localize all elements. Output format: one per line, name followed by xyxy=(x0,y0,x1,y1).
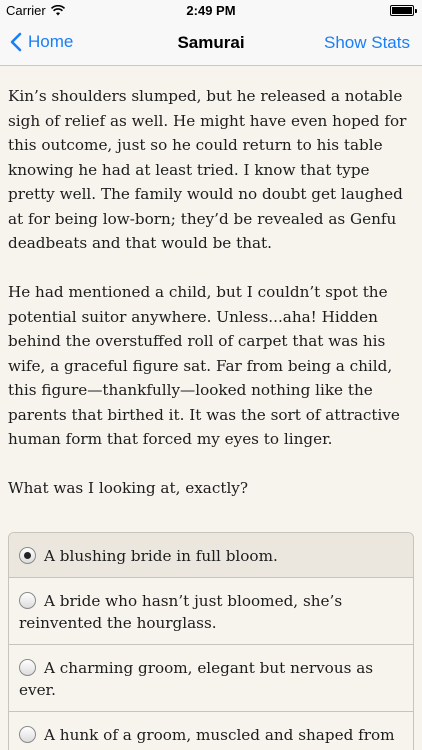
choice-option[interactable]: A charming groom, elegant but nervous as… xyxy=(9,644,413,711)
story-text: Kin’s shoulders slumped, but he released… xyxy=(8,84,414,525)
navigation-bar: Home Samurai Show Stats xyxy=(0,22,422,66)
choice-label: A bride who hasn’t just bloomed, she’s r… xyxy=(19,592,343,632)
choice-option[interactable]: A hunk of a groom, muscled and shaped fr… xyxy=(9,711,413,750)
story-question: What was I looking at, exactly? xyxy=(8,479,249,497)
battery-icon xyxy=(390,5,417,16)
choice-option[interactable]: A bride who hasn’t just bloomed, she’s r… xyxy=(9,577,413,644)
radio-icon[interactable] xyxy=(19,659,36,676)
back-label: Home xyxy=(28,32,74,51)
home-back-button[interactable]: Home xyxy=(10,32,73,52)
story-paragraph: Kin’s shoulders slumped, but he released… xyxy=(8,87,407,252)
story-paragraph: He had mentioned a child, but I couldn’t… xyxy=(8,283,400,448)
show-stats-button[interactable]: Show Stats xyxy=(324,33,410,53)
radio-icon[interactable] xyxy=(19,592,36,609)
choice-option[interactable]: A blushing bride in full bloom. xyxy=(9,533,413,577)
choice-label: A blushing bride in full bloom. xyxy=(44,547,278,565)
radio-selected-icon[interactable] xyxy=(19,547,36,564)
chevron-left-icon xyxy=(10,32,22,52)
choice-label: A charming groom, elegant but nervous as… xyxy=(19,659,374,699)
radio-icon[interactable] xyxy=(19,726,36,743)
choice-list: A blushing bride in full bloom. A bride … xyxy=(8,532,414,750)
status-time: 2:49 PM xyxy=(186,3,236,18)
choice-label: A hunk of a groom, muscled and shaped fr… xyxy=(19,726,395,750)
status-bar: Carrier 2:49 PM xyxy=(0,0,422,22)
